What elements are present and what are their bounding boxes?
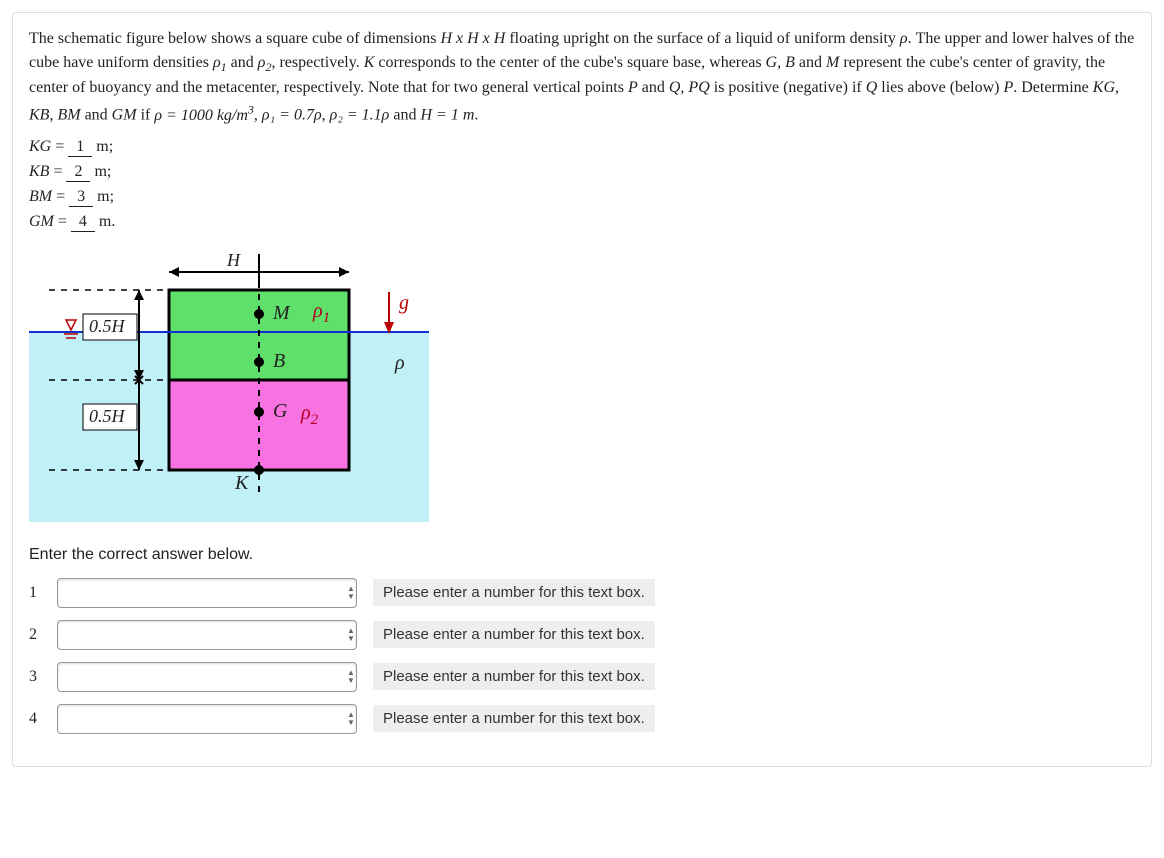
- P2: P: [1003, 79, 1013, 96]
- B: B: [785, 54, 795, 71]
- rho2: ρ2: [258, 54, 272, 71]
- question-card: The schematic figure below shows a squar…: [12, 12, 1152, 767]
- rho2-val: ρ₂ = 1.1ρ: [330, 107, 390, 124]
- answer-input-3[interactable]: [57, 662, 357, 692]
- warn-2: Please enter a number for this text box.: [373, 621, 655, 648]
- label: KB: [29, 163, 49, 180]
- unit: m;: [94, 163, 111, 180]
- h-val: H = 1 m: [420, 107, 474, 124]
- warn-4: Please enter a number for this text box.: [373, 705, 655, 732]
- schematic-figure: H 0.5H 0.5H M B G K ρ1 ρ2 ρ g: [29, 242, 429, 522]
- label: KG: [29, 138, 51, 155]
- blank-4: 4: [71, 213, 95, 232]
- input-row-1: 1 ▲▼ Please enter a number for this text…: [29, 578, 1135, 608]
- label: BM: [29, 188, 52, 205]
- text: floating upright on the surface of a liq…: [505, 30, 900, 47]
- M: M: [826, 54, 839, 71]
- K: K: [364, 54, 375, 71]
- text: and: [638, 79, 669, 96]
- fig-K: K: [235, 472, 248, 495]
- input-row-4: 4 ▲▼ Please enter a number for this text…: [29, 704, 1135, 734]
- unit: m.: [99, 213, 115, 230]
- G: G: [766, 54, 778, 71]
- fig-H: H: [227, 250, 240, 271]
- fig-M: M: [273, 302, 290, 325]
- answer-input-1[interactable]: [57, 578, 357, 608]
- rho1: ρ1: [213, 54, 227, 71]
- rho-val: ρ = 1000 kg/m3: [154, 107, 254, 124]
- Q: Q: [669, 79, 681, 96]
- warn-1: Please enter a number for this text box.: [373, 579, 655, 606]
- text: , respectively.: [271, 54, 363, 71]
- answer-input-2[interactable]: [57, 620, 357, 650]
- text: and: [795, 54, 826, 71]
- text: is positive (negative) if: [710, 79, 866, 96]
- question-prompt: The schematic figure below shows a squar…: [29, 27, 1135, 128]
- line-kb: KB = 2 m;: [29, 163, 1135, 182]
- input-row-3: 3 ▲▼ Please enter a number for this text…: [29, 662, 1135, 692]
- blank-2: 2: [66, 163, 90, 182]
- enter-heading: Enter the correct answer below.: [29, 546, 1135, 564]
- fig-rho1: ρ1: [313, 300, 330, 327]
- fig-g: g: [399, 292, 409, 315]
- figure-svg: [29, 242, 429, 522]
- fig-G: G: [273, 400, 287, 423]
- P: P: [628, 79, 638, 96]
- input-label-2: 2: [29, 626, 45, 644]
- input-label-4: 4: [29, 710, 45, 728]
- input-row-2: 2 ▲▼ Please enter a number for this text…: [29, 620, 1135, 650]
- rho: ρ: [900, 30, 908, 47]
- answer-lines: KG = 1 m; KB = 2 m; BM = 3 m; GM = 4 m.: [29, 138, 1135, 232]
- KB: KB: [29, 107, 49, 124]
- text: lies above (below): [877, 79, 1003, 96]
- Q2: Q: [866, 79, 878, 96]
- GM: GM: [112, 107, 137, 124]
- fig-half2: 0.5H: [89, 406, 125, 427]
- fig-rho2: ρ2: [301, 402, 318, 429]
- text: and: [227, 54, 258, 71]
- rho1-val: ρ₁ = 0.7ρ: [262, 107, 322, 124]
- text: . Determine: [1013, 79, 1093, 96]
- text: The schematic figure below shows a squar…: [29, 30, 440, 47]
- line-gm: GM = 4 m.: [29, 213, 1135, 232]
- text: if: [137, 107, 155, 124]
- KG: KG: [1093, 79, 1115, 96]
- text: and: [81, 107, 112, 124]
- input-label-1: 1: [29, 584, 45, 602]
- fig-half1: 0.5H: [89, 316, 125, 337]
- BM: BM: [57, 107, 80, 124]
- text: corresponds to the center of the cube's …: [374, 54, 765, 71]
- unit: m;: [97, 188, 114, 205]
- line-bm: BM = 3 m;: [29, 188, 1135, 207]
- fig-rho: ρ: [395, 352, 405, 375]
- input-label-3: 3: [29, 668, 45, 686]
- fig-B: B: [273, 350, 285, 373]
- answer-input-4[interactable]: [57, 704, 357, 734]
- warn-3: Please enter a number for this text box.: [373, 663, 655, 690]
- label: GM: [29, 213, 54, 230]
- line-kg: KG = 1 m;: [29, 138, 1135, 157]
- blank-1: 1: [68, 138, 92, 157]
- PQ: PQ: [688, 79, 709, 96]
- dims: H x H x H: [440, 30, 505, 47]
- blank-3: 3: [69, 188, 93, 207]
- unit: m;: [96, 138, 113, 155]
